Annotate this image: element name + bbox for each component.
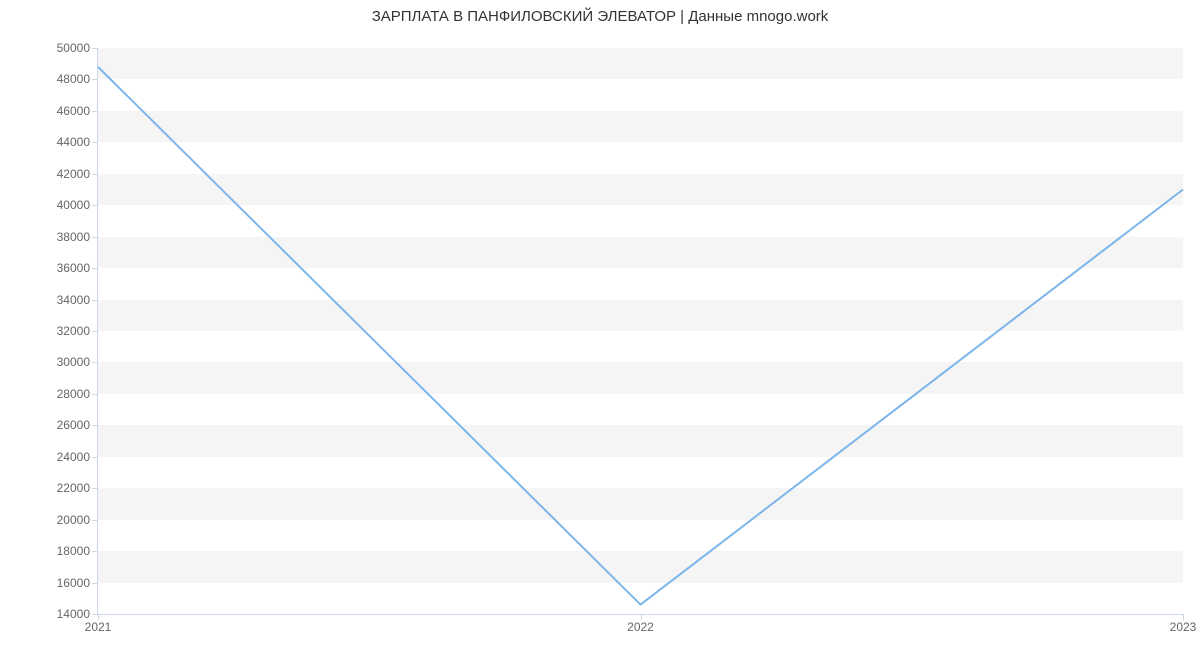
- line-series-svg: [98, 48, 1183, 614]
- chart-title: ЗАРПЛАТА В ПАНФИЛОВСКИЙ ЭЛЕВАТОР | Данны…: [0, 8, 1200, 25]
- plot-area: 1400016000180002000022000240002600028000…: [97, 48, 1183, 615]
- x-tick-mark: [98, 614, 99, 620]
- x-tick-mark: [1183, 614, 1184, 620]
- x-tick-mark: [641, 614, 642, 620]
- chart-container: ЗАРПЛАТА В ПАНФИЛОВСКИЙ ЭЛЕВАТОР | Данны…: [0, 0, 1200, 650]
- series-line: [98, 67, 1183, 605]
